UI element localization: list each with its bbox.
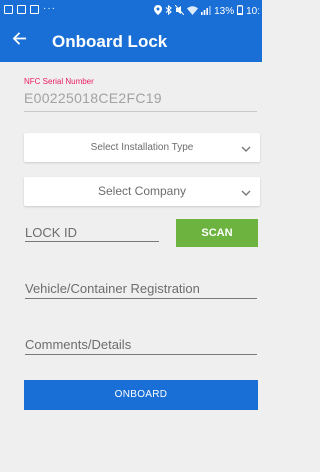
- app-bar: Onboard Lock: [0, 22, 262, 62]
- signal-icon: [201, 5, 211, 18]
- nfc-serial-underline: [24, 111, 257, 112]
- vehicle-registration-input[interactable]: Vehicle/Container Registration: [25, 281, 200, 296]
- company-select[interactable]: Select Company: [24, 177, 260, 206]
- arrow-left-icon: [12, 31, 27, 51]
- chevron-down-icon: [240, 186, 252, 198]
- clock: 10:: [246, 6, 260, 17]
- installation-type-select[interactable]: Select Installation Type: [24, 133, 260, 162]
- battery-icon: [237, 5, 244, 18]
- gallery-notification-icon: [4, 4, 13, 14]
- mute-icon: [174, 4, 185, 18]
- comments-underline: [25, 354, 257, 355]
- location-icon: [154, 5, 163, 18]
- chevron-down-icon: [240, 142, 252, 154]
- onboard-button[interactable]: ONBOARD: [24, 380, 258, 410]
- more-notifications-indicator: ···: [43, 3, 56, 14]
- image-notification-icon: [30, 4, 39, 14]
- wifi-icon: [187, 5, 199, 18]
- installation-type-placeholder: Select Installation Type: [90, 142, 194, 153]
- status-bar-system: 13% 10:: [154, 4, 260, 18]
- status-bar-notifications: ···: [4, 4, 56, 14]
- lock-id-underline: [25, 241, 159, 242]
- vehicle-registration-underline: [25, 298, 257, 299]
- nfc-serial-label: NFC Serial Number: [24, 77, 94, 86]
- page-title: Onboard Lock: [52, 32, 168, 51]
- company-placeholder: Select Company: [97, 184, 187, 198]
- nfc-serial-value: E00225018CE2FC19: [24, 90, 162, 106]
- scan-button[interactable]: SCAN: [176, 219, 258, 247]
- status-bar: ··· 13% 10:: [0, 0, 262, 22]
- battery-percentage: 13%: [214, 6, 235, 17]
- app-notification-icon: [17, 4, 26, 14]
- bluetooth-icon: [165, 4, 172, 18]
- comments-input[interactable]: Comments/Details: [25, 337, 131, 352]
- lock-id-input[interactable]: LOCK ID: [25, 225, 77, 240]
- back-button[interactable]: [7, 29, 31, 53]
